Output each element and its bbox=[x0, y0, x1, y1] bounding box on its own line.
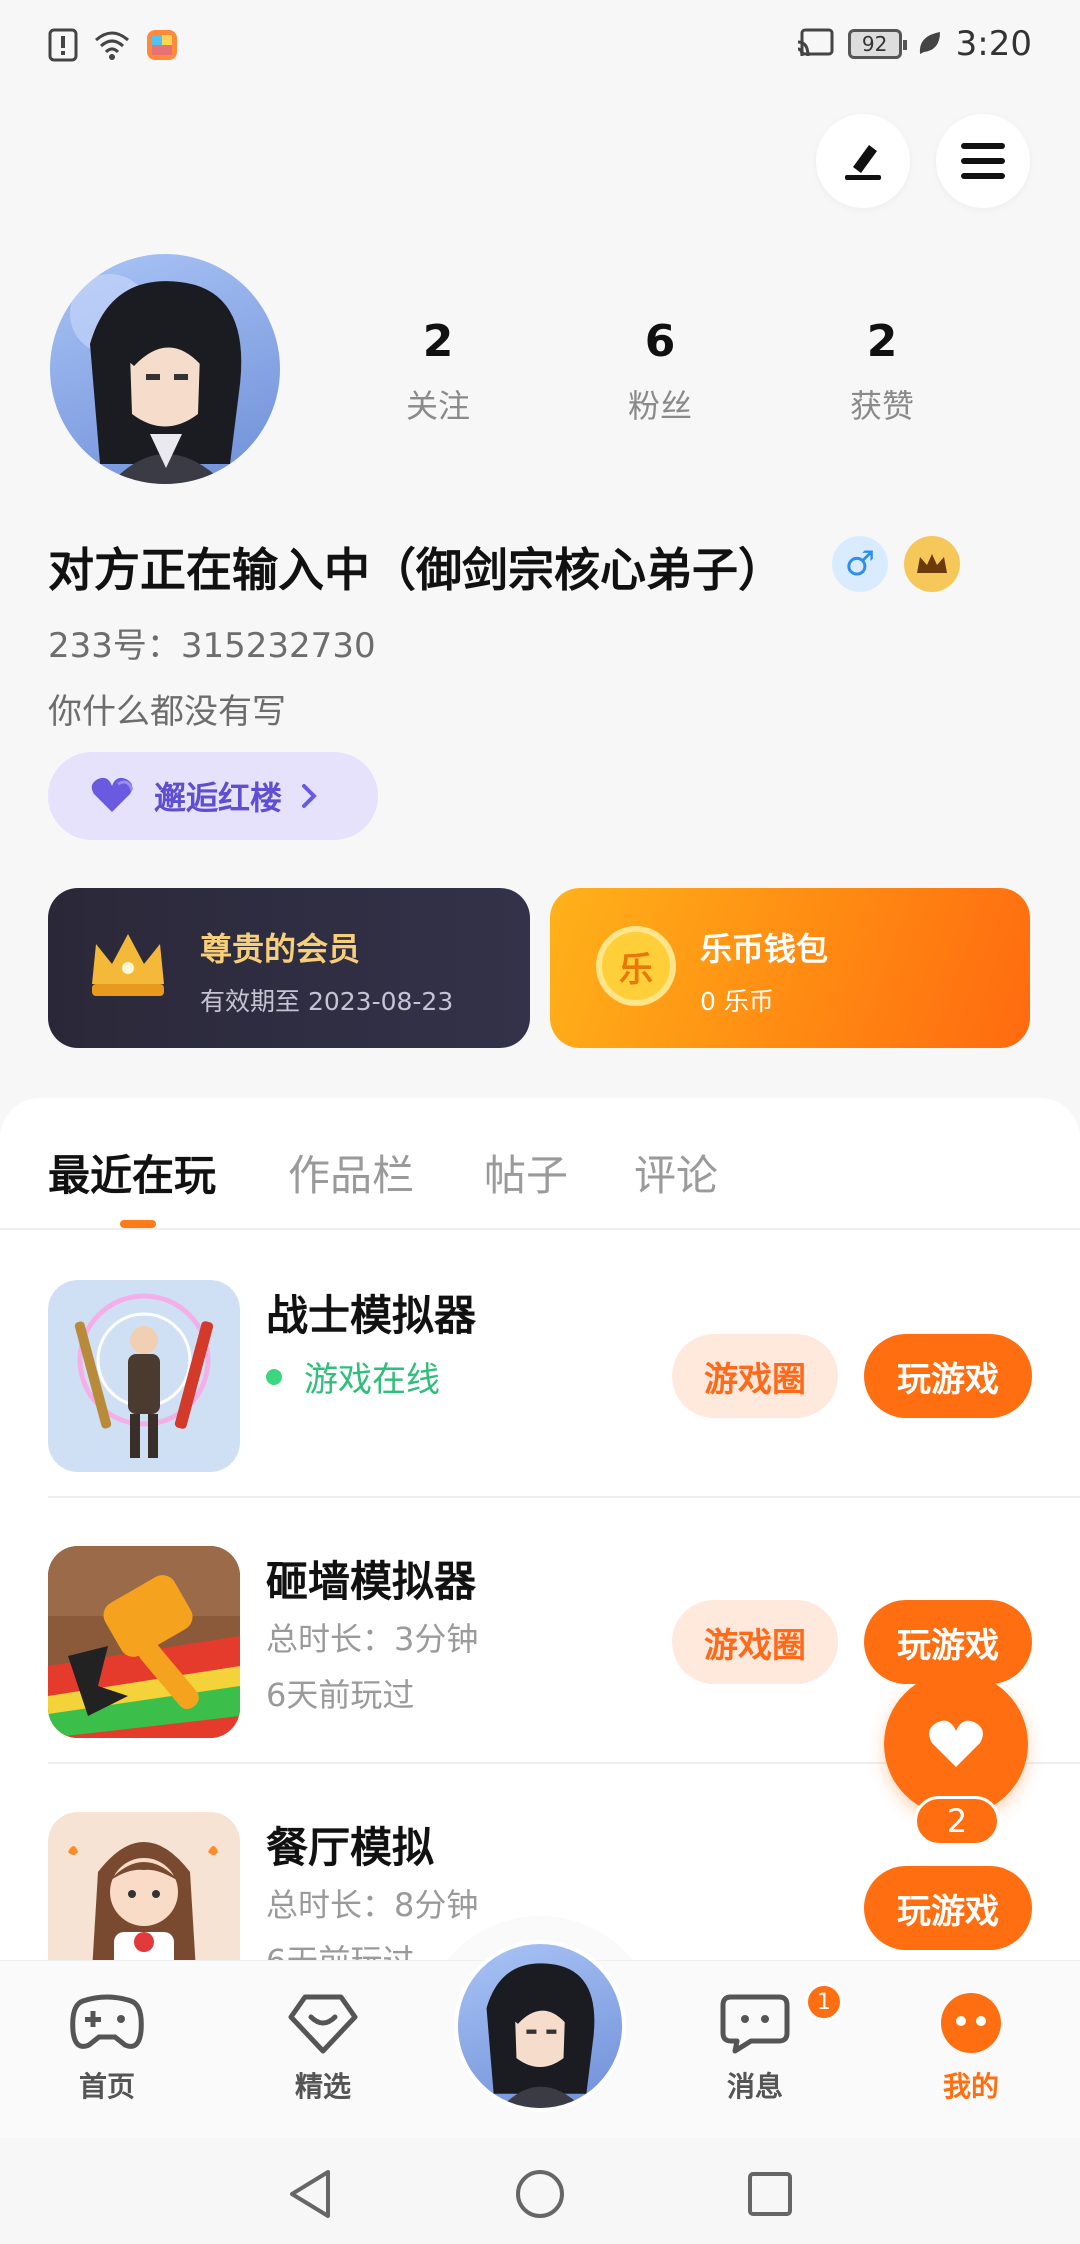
stat-fans[interactable]: 6 粉丝 bbox=[580, 316, 740, 427]
username: 对方正在输入中（御剑宗核心弟子） bbox=[48, 543, 784, 597]
nav-me-label: 我的 bbox=[942, 2070, 999, 2103]
recents-icon[interactable] bbox=[746, 2170, 794, 2218]
clock: 3:20 bbox=[955, 24, 1032, 64]
status-bar: 92 3:20 bbox=[0, 0, 1080, 96]
nav-featured[interactable]: 精选 bbox=[248, 1991, 398, 2105]
chevron-right-icon bbox=[302, 784, 317, 808]
vip-title: 尊贵的会员 bbox=[200, 930, 361, 968]
play-game-button[interactable]: 玩游戏 bbox=[864, 1866, 1032, 1950]
app-notification-icon bbox=[147, 30, 177, 60]
tab-bar: 最近在玩 作品栏 帖子 评论 bbox=[0, 1098, 1080, 1230]
fans-count: 6 bbox=[644, 316, 676, 367]
stat-likes[interactable]: 2 获赞 bbox=[802, 316, 962, 427]
avatar-illustration bbox=[70, 274, 242, 484]
nav-messages-label: 消息 bbox=[726, 2070, 783, 2103]
following-label: 关注 bbox=[405, 387, 470, 425]
chat-bubble-icon bbox=[720, 1994, 790, 2054]
user-id: 233号：315232730 bbox=[48, 626, 376, 666]
heart-icon bbox=[929, 1720, 983, 1767]
tab-comments[interactable]: 评论 bbox=[634, 1142, 718, 1203]
edit-profile-button[interactable] bbox=[816, 114, 910, 208]
gamepad-icon bbox=[70, 1994, 144, 2049]
game-row[interactable]: 战士模拟器 游戏在线 游戏圈 玩游戏 bbox=[48, 1232, 1080, 1498]
coin-icon: 乐 bbox=[596, 926, 676, 1006]
tab-indicator bbox=[120, 1220, 156, 1228]
vip-expiry: 有效期至 2023-08-23 bbox=[200, 987, 454, 1016]
game-duration: 总时长：3分钟 bbox=[266, 1620, 479, 1658]
menu-button[interactable] bbox=[936, 114, 1030, 208]
likes-label: 获赞 bbox=[849, 387, 914, 425]
likes-count: 2 bbox=[866, 316, 898, 367]
nav-featured-label: 精选 bbox=[294, 2070, 351, 2103]
vip-membership-card[interactable]: 尊贵的会员 有效期至 2023-08-23 bbox=[48, 888, 530, 1048]
game-duration: 总时长：8分钟 bbox=[266, 1886, 479, 1924]
home-icon[interactable] bbox=[514, 2168, 566, 2220]
wallet-title: 乐币钱包 bbox=[700, 930, 829, 968]
avatar-illustration bbox=[486, 1963, 595, 2108]
game-name: 砸墙模拟器 bbox=[266, 1557, 477, 1606]
nav-me[interactable]: 我的 bbox=[896, 1991, 1046, 2105]
game-icon-wall-smash[interactable] bbox=[48, 1546, 240, 1738]
back-icon[interactable] bbox=[286, 2168, 336, 2220]
like-fab[interactable] bbox=[884, 1672, 1028, 1816]
nav-messages[interactable]: 1 消息 bbox=[680, 1983, 843, 2105]
crown-badge[interactable] bbox=[904, 536, 960, 592]
center-avatar-button[interactable] bbox=[454, 1940, 626, 2112]
online-label: 游戏在线 bbox=[304, 1360, 440, 1400]
nav-home-label: 首页 bbox=[78, 2070, 135, 2103]
diamond-heart-icon bbox=[288, 1994, 358, 2054]
wallet-balance: 0 乐币 bbox=[700, 987, 774, 1016]
tab-works[interactable]: 作品栏 bbox=[288, 1142, 414, 1203]
like-count-badge: 2 bbox=[914, 1796, 1000, 1846]
game-name: 餐厅模拟 bbox=[266, 1823, 435, 1872]
cast-icon bbox=[797, 28, 834, 57]
wifi-icon bbox=[95, 31, 129, 60]
hamburger-menu-icon bbox=[961, 143, 1005, 179]
alert-icon bbox=[48, 28, 78, 62]
online-status: 游戏在线 bbox=[266, 1352, 440, 1401]
profile-face-icon bbox=[941, 1993, 1001, 2053]
game-name: 战士模拟器 bbox=[266, 1291, 477, 1340]
wallet-card[interactable]: 乐 乐币钱包 0 乐币 bbox=[550, 888, 1030, 1048]
battery-indicator: 92 bbox=[847, 29, 907, 59]
game-circle-button[interactable]: 游戏圈 bbox=[672, 1600, 838, 1684]
fans-label: 粉丝 bbox=[627, 387, 692, 425]
tab-recently-played[interactable]: 最近在玩 bbox=[48, 1142, 216, 1203]
game-icon-warrior[interactable] bbox=[48, 1280, 240, 1472]
house-chip[interactable]: 邂逅红楼 bbox=[48, 752, 378, 840]
stat-following[interactable]: 2 关注 bbox=[358, 316, 518, 427]
game-last-played: 6天前玩过 bbox=[266, 1676, 415, 1714]
gender-male-badge: ♂ bbox=[832, 536, 888, 592]
following-count: 2 bbox=[422, 316, 454, 367]
message-count-badge: 1 bbox=[805, 1983, 843, 2021]
heart-icon bbox=[91, 777, 134, 812]
bio: 你什么都没有写 bbox=[48, 692, 286, 732]
profile-avatar[interactable] bbox=[50, 254, 280, 484]
leaf-icon bbox=[919, 32, 940, 54]
play-game-button[interactable]: 玩游戏 bbox=[864, 1334, 1032, 1418]
game-circle-button[interactable]: 游戏圈 bbox=[672, 1334, 838, 1418]
online-dot bbox=[266, 1368, 282, 1385]
house-chip-label: 邂逅红楼 bbox=[154, 779, 283, 817]
crown-icon bbox=[917, 554, 947, 573]
nav-home[interactable]: 首页 bbox=[32, 1991, 182, 2105]
system-navigation-bar bbox=[0, 2138, 1080, 2244]
gold-crown-icon bbox=[92, 934, 164, 996]
pen-icon bbox=[845, 145, 881, 180]
tab-posts[interactable]: 帖子 bbox=[484, 1142, 568, 1203]
